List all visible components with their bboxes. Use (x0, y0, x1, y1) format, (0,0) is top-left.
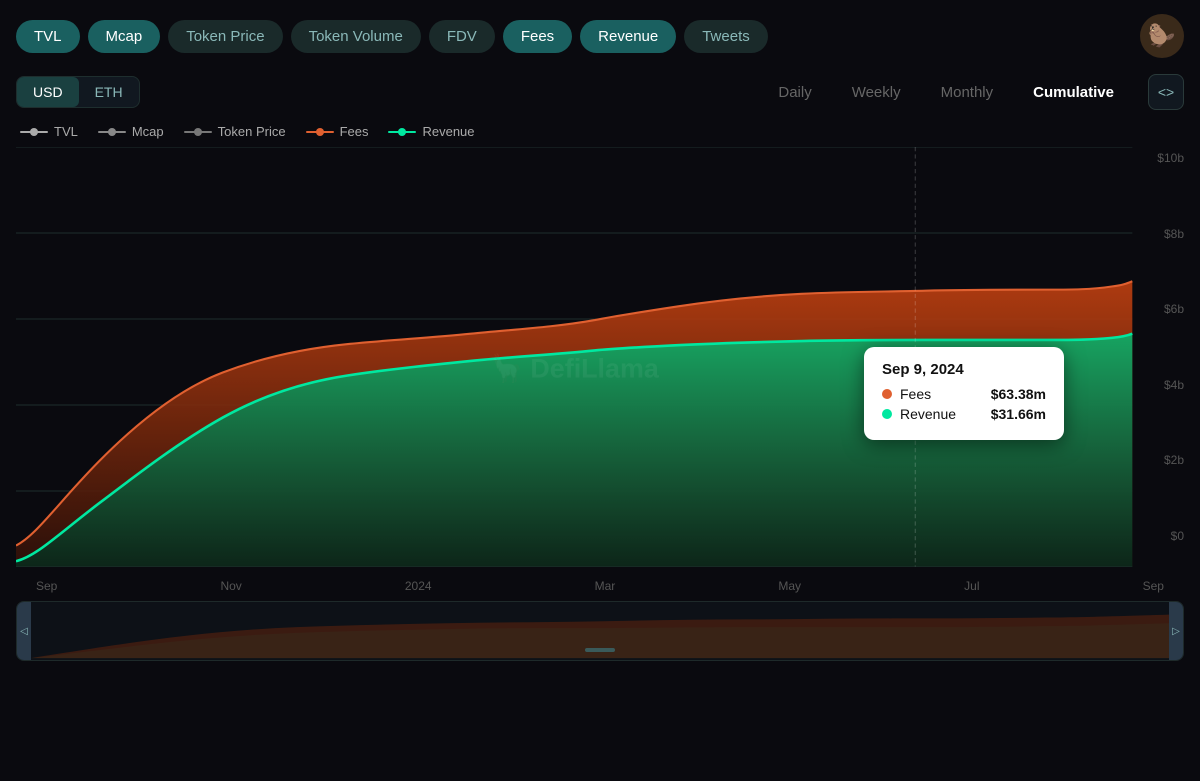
tooltip-fees-label: Fees (900, 386, 931, 402)
tooltip-revenue-value: $31.66m (991, 406, 1046, 422)
minimap-scrollbar[interactable] (585, 648, 615, 652)
minimap-handle-right[interactable]: ▷ (1169, 602, 1183, 660)
tab-tvl[interactable]: TVL (16, 20, 80, 53)
currency-usd[interactable]: USD (17, 77, 79, 107)
time-group: Daily Weekly Monthly Cumulative (760, 77, 1132, 108)
tooltip-fees-value: $63.38m (991, 386, 1046, 402)
metric-tabs: TVL Mcap Token Price Token Volume FDV Fe… (16, 20, 768, 53)
legend-fees-line (306, 131, 334, 133)
tab-tweets[interactable]: Tweets (684, 20, 768, 53)
legend-tvl-line (20, 131, 48, 133)
currency-group: USD ETH (16, 76, 140, 108)
tooltip-date: Sep 9, 2024 (882, 361, 1046, 378)
legend-token-price-line (184, 131, 212, 133)
tab-fdv[interactable]: FDV (429, 20, 495, 53)
tooltip-revenue-label: Revenue (900, 406, 956, 422)
timeframe-weekly[interactable]: Weekly (834, 77, 919, 108)
legend-fees: Fees (306, 124, 369, 139)
watermark-text: 🦙 DefiLlama (490, 353, 660, 384)
timeframe-monthly[interactable]: Monthly (923, 77, 1012, 108)
legend-revenue: Revenue (388, 124, 474, 139)
timeframe-cumulative[interactable]: Cumulative (1015, 77, 1132, 108)
x-axis-labels: Sep Nov 2024 Mar May Jul Sep (16, 577, 1184, 593)
controls-bar: USD ETH Daily Weekly Monthly Cumulative … (0, 68, 1200, 120)
legend-revenue-line (388, 131, 416, 133)
legend: TVL Mcap Token Price Fees Revenue (0, 120, 1200, 147)
tab-mcap[interactable]: Mcap (88, 20, 161, 53)
top-bar: TVL Mcap Token Price Token Volume FDV Fe… (0, 0, 1200, 68)
legend-mcap-line (98, 131, 126, 133)
tab-revenue[interactable]: Revenue (580, 20, 676, 53)
legend-tvl: TVL (20, 124, 78, 139)
tab-token-volume[interactable]: Token Volume (291, 20, 421, 53)
tab-fees[interactable]: Fees (503, 20, 572, 53)
avatar[interactable]: 🦫 (1140, 14, 1184, 58)
tooltip-fees-dot (882, 389, 892, 399)
tooltip-fees-row: Fees $63.38m (882, 386, 1046, 402)
minimap-handle-left[interactable]: ◁ (17, 602, 31, 660)
tooltip: Sep 9, 2024 Fees $63.38m Revenue $31.66m (864, 347, 1064, 440)
tooltip-revenue-dot (882, 409, 892, 419)
tooltip-revenue-row: Revenue $31.66m (882, 406, 1046, 422)
nav-expand-button[interactable]: <> (1148, 74, 1184, 110)
minimap[interactable]: ◁ ▷ (16, 601, 1184, 661)
y-axis-labels: $10b $8b $6b $4b $2b $0 (1134, 147, 1184, 547)
legend-mcap: Mcap (98, 124, 164, 139)
tab-token-price[interactable]: Token Price (168, 20, 282, 53)
chart-area[interactable]: 🦙 DefiLlama $10b $8b $6b $4b $2b $0 Sep … (16, 147, 1184, 577)
legend-token-price: Token Price (184, 124, 286, 139)
currency-eth[interactable]: ETH (79, 77, 139, 107)
timeframe-daily[interactable]: Daily (760, 77, 829, 108)
